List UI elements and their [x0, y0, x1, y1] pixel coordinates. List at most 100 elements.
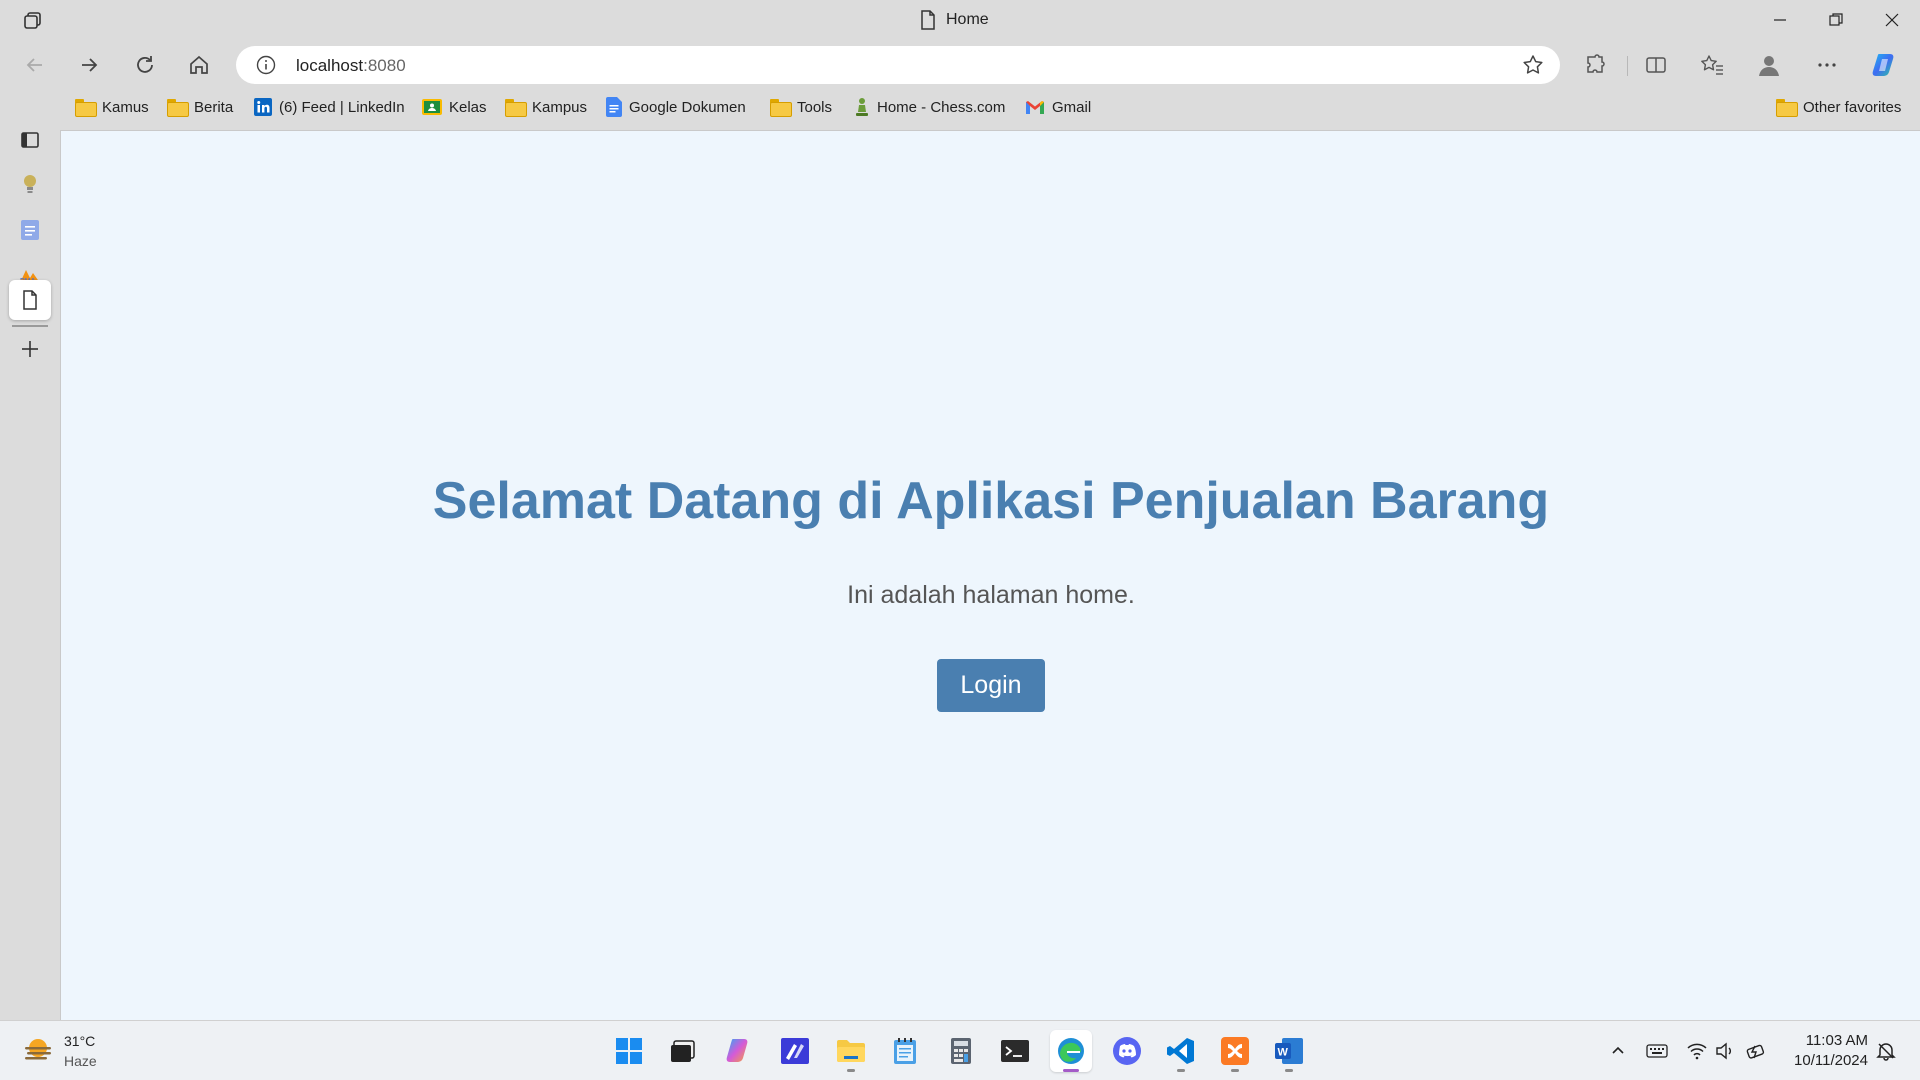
- chess-icon: [856, 98, 868, 116]
- sidebar-divider: [12, 325, 48, 327]
- bookmark-label: Tools: [797, 98, 833, 116]
- new-tab-button[interactable]: [9, 329, 51, 369]
- more-options-icon[interactable]: [1808, 46, 1846, 84]
- word-button[interactable]: W: [1268, 1030, 1310, 1072]
- tab-actions-icon[interactable]: [20, 8, 46, 34]
- site-info-icon[interactable]: [256, 55, 276, 75]
- folder-icon: [505, 99, 527, 117]
- running-indicator: [847, 1069, 855, 1072]
- bookmark-google-dokumen[interactable]: Google Dokumen: [606, 96, 746, 118]
- keyboard-icon[interactable]: [1645, 1039, 1669, 1063]
- title-bar: Home: [0, 0, 1920, 40]
- extensions-icon[interactable]: [1576, 46, 1614, 84]
- word-icon: W: [1275, 1038, 1303, 1064]
- running-indicator: [1063, 1069, 1079, 1072]
- bookmark-chess[interactable]: Home - Chess.com: [854, 96, 1005, 118]
- copilot-app-icon: [726, 1039, 748, 1062]
- bookmark-linkedin[interactable]: (6) Feed | LinkedIn: [254, 96, 405, 118]
- close-button[interactable]: [1864, 0, 1920, 40]
- terminal-icon: [1001, 1040, 1029, 1062]
- weather-widget[interactable]: 31°C Haze: [22, 1031, 97, 1071]
- task-view-button[interactable]: [662, 1030, 704, 1072]
- favorites-icon[interactable]: [1693, 46, 1731, 84]
- toolbar-divider: [1627, 56, 1628, 76]
- discord-button[interactable]: [1106, 1030, 1148, 1072]
- notifications-icon[interactable]: [1874, 1039, 1898, 1063]
- linkedin-icon: [254, 98, 272, 116]
- favorite-star-icon[interactable]: [1522, 54, 1544, 76]
- copilot-icon[interactable]: [1866, 46, 1904, 84]
- home-button[interactable]: [180, 46, 218, 84]
- folder-icon: [1776, 99, 1798, 117]
- running-indicator: [1231, 1069, 1239, 1072]
- tab-home-active[interactable]: [9, 280, 51, 320]
- folder-icon: [770, 99, 792, 117]
- profile-icon[interactable]: [1750, 46, 1788, 84]
- classroom-icon: [422, 99, 442, 115]
- browser-window: Home localhost:8080 Kamus Berita (6) Fee…: [0, 0, 1920, 1020]
- back-button[interactable]: [16, 46, 54, 84]
- window-controls: [1752, 0, 1920, 40]
- edge-button[interactable]: [1050, 1030, 1092, 1072]
- running-indicator: [1285, 1069, 1293, 1072]
- xampp-button[interactable]: [1214, 1030, 1256, 1072]
- taskbar-clock[interactable]: 11:03 AM 10/11/2024: [1780, 1031, 1868, 1071]
- refresh-button[interactable]: [126, 46, 164, 84]
- discord-icon: [1113, 1037, 1141, 1065]
- bookmark-gmail[interactable]: Gmail: [1025, 96, 1091, 118]
- svg-text:W: W: [1278, 1047, 1289, 1059]
- page-icon: [23, 290, 37, 310]
- page-title: Selamat Datang di Aplikasi Penjualan Bar…: [432, 472, 1550, 530]
- copilot-app-button[interactable]: [718, 1030, 760, 1072]
- bookmark-berita[interactable]: Berita: [167, 96, 233, 118]
- tab-actions-menu-icon[interactable]: [9, 120, 51, 160]
- calculator-icon: [951, 1038, 971, 1064]
- wifi-icon[interactable]: [1685, 1039, 1709, 1063]
- haze-icon: [25, 1039, 51, 1060]
- bookmark-label: Kamus: [102, 98, 149, 116]
- google-docs-icon: [606, 97, 622, 117]
- bookmark-kampus[interactable]: Kampus: [505, 96, 587, 118]
- terminal-button[interactable]: [994, 1030, 1036, 1072]
- bookmark-label: Gmail: [1052, 98, 1092, 116]
- address-host: localhost: [296, 56, 364, 75]
- vscode-button[interactable]: [1160, 1030, 1202, 1072]
- clock-date: 10/11/2024: [1794, 1052, 1868, 1069]
- other-favorites[interactable]: Other favorites: [1776, 96, 1901, 118]
- notepad-button[interactable]: [884, 1030, 926, 1072]
- task-view-icon: [671, 1040, 695, 1062]
- tab-favicon-docs-icon[interactable]: [9, 210, 51, 250]
- windows-icon: [616, 1038, 642, 1064]
- page-viewport: Selamat Datang di Aplikasi Penjualan Bar…: [60, 130, 1920, 1020]
- address-bar[interactable]: localhost:8080: [236, 46, 1560, 84]
- restore-button[interactable]: [1808, 0, 1864, 40]
- chevron-up-icon: [1612, 1046, 1624, 1054]
- calculator-button[interactable]: [940, 1030, 982, 1072]
- volume-icon[interactable]: [1713, 1039, 1737, 1063]
- start-button[interactable]: [608, 1030, 650, 1072]
- page-subtitle: Ini adalah halaman home.: [847, 581, 1135, 609]
- notes-app-button[interactable]: [774, 1030, 816, 1072]
- bookmark-kamus[interactable]: Kamus: [75, 96, 149, 118]
- browser-toolbar: localhost:8080: [0, 44, 1920, 86]
- plus-icon: [22, 341, 38, 357]
- address-text[interactable]: localhost:8080: [296, 56, 406, 76]
- bookmark-tools[interactable]: Tools: [770, 96, 832, 118]
- running-indicator: [1177, 1069, 1185, 1072]
- show-hidden-icons-button[interactable]: [1606, 1039, 1630, 1063]
- tab-favicon-lightbulb-icon[interactable]: [9, 164, 51, 204]
- battery-icon[interactable]: [1745, 1039, 1769, 1063]
- gmail-icon: [1026, 101, 1044, 114]
- file-explorer-button[interactable]: [830, 1030, 872, 1072]
- other-favorites-label: Other favorites: [1803, 98, 1902, 116]
- split-screen-icon[interactable]: [1637, 46, 1675, 84]
- bookmark-kelas[interactable]: Kelas: [422, 96, 487, 118]
- minimize-button[interactable]: [1752, 0, 1808, 40]
- login-button[interactable]: Login: [937, 659, 1045, 712]
- vscode-icon: [1167, 1038, 1194, 1064]
- bookmark-label: Kelas: [449, 98, 487, 116]
- bookmarks-bar: Kamus Berita (6) Feed | LinkedIn Kelas K…: [60, 92, 1920, 122]
- bookmark-label: Berita: [194, 98, 234, 116]
- notepad-icon: [894, 1038, 916, 1064]
- forward-button[interactable]: [70, 46, 108, 84]
